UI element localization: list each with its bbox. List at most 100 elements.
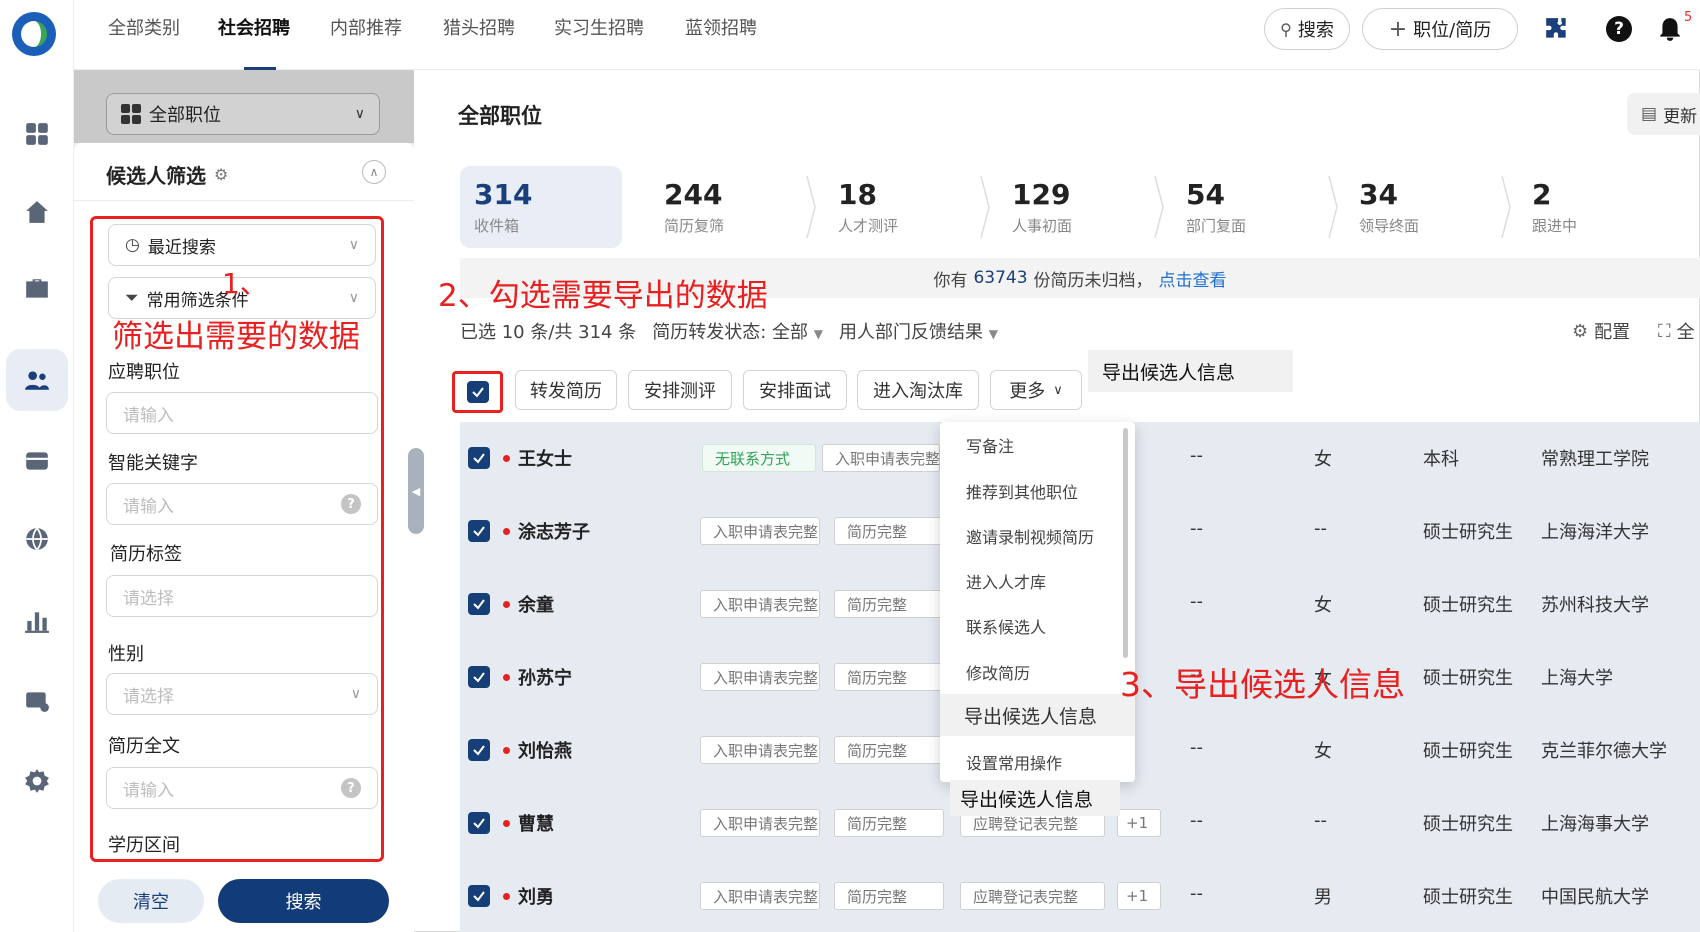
placeholder: 请选择: [123, 686, 174, 707]
stage-count: 244: [664, 178, 723, 211]
row-checkbox[interactable]: [468, 520, 490, 542]
cell-degree: 硕士研究生: [1423, 522, 1513, 543]
config-button[interactable]: ⚙ 配置: [1572, 318, 1630, 344]
stage-separator: [1328, 176, 1338, 238]
resume-tag: 入职申请表完整: [700, 809, 820, 837]
settings-icon[interactable]: [6, 750, 68, 812]
position-input[interactable]: 请输入: [106, 392, 378, 434]
menu-item-set-common[interactable]: 设置常用操作: [966, 750, 1062, 774]
chevron-down-icon: ∨: [348, 237, 359, 253]
resume-tag: 简历完整: [834, 882, 944, 910]
candidate-name[interactable]: 余童: [518, 591, 554, 617]
menu-scrollbar[interactable]: [1123, 428, 1128, 658]
select-all-checkbox[interactable]: [452, 371, 503, 413]
field-label-gender: 性别: [108, 644, 144, 665]
stage-following[interactable]: 2 跟进中: [1518, 166, 1678, 248]
help-icon[interactable]: ?: [341, 778, 361, 798]
candidate-name[interactable]: 刘怡燕: [518, 737, 572, 763]
tab-all-categories[interactable]: 全部类别: [108, 14, 180, 70]
row-checkbox[interactable]: [468, 447, 490, 469]
candidate-name[interactable]: 孙苏宁: [518, 664, 572, 690]
bell-icon[interactable]: [1655, 14, 1685, 44]
gender-select[interactable]: 请选择 ∨: [106, 673, 378, 715]
fullscreen-label: 全: [1676, 322, 1695, 343]
puzzle-icon[interactable]: [1542, 14, 1572, 44]
forward-resume-button[interactable]: 转发简历: [515, 370, 617, 410]
stage-hr-first-interview[interactable]: 129 人事初面: [998, 166, 1164, 248]
clear-button[interactable]: 清空: [98, 879, 204, 923]
briefcase-icon[interactable]: [6, 258, 68, 320]
stage-dept-interview[interactable]: 54 部门复面: [1172, 166, 1338, 248]
fulltext-input[interactable]: 请输入 ?: [106, 767, 378, 809]
cell-gender: 男: [1314, 887, 1332, 908]
stage-inbox[interactable]: 314 收件箱: [460, 166, 622, 248]
view-archive-link[interactable]: 点击查看: [1159, 266, 1227, 291]
users-icon[interactable]: [6, 349, 68, 411]
update-label: 更新: [1663, 106, 1698, 127]
field-label-keyword: 智能关键字: [108, 453, 198, 474]
row-checkbox[interactable]: [468, 739, 490, 761]
bar-chart-icon[interactable]: [6, 590, 68, 652]
arrange-interview-button[interactable]: 安排面试: [743, 370, 847, 410]
row-checkbox[interactable]: [468, 885, 490, 907]
menu-item-invite-video[interactable]: 邀请录制视频简历: [966, 524, 1094, 548]
menu-item-export[interactable]: 导出候选人信息: [940, 694, 1135, 736]
stage-assessment[interactable]: 18 人才测评: [824, 166, 990, 248]
help-icon[interactable]: ?: [1604, 14, 1634, 44]
resume-tag-select[interactable]: 请选择: [106, 575, 378, 617]
more-button[interactable]: 更多 ∨: [990, 370, 1082, 410]
menu-item-edit-resume[interactable]: 修改简历: [966, 660, 1030, 684]
menu-item-write-note[interactable]: 写备注: [966, 433, 1014, 457]
field-label-resume-tag: 简历标签: [110, 544, 182, 565]
menu-item-recommend[interactable]: 推荐到其他职位: [966, 479, 1078, 503]
row-checkbox[interactable]: [468, 812, 490, 834]
collapse-icon[interactable]: ∧: [362, 160, 386, 184]
archive-icon[interactable]: [6, 430, 68, 492]
dept-feedback-filter[interactable]: 用人部门反馈结果 ▼: [839, 318, 998, 344]
unread-dot: [503, 674, 510, 681]
search-button[interactable]: ⚲ 搜索: [1264, 8, 1350, 50]
candidate-name[interactable]: 曹慧: [518, 810, 554, 836]
globe-icon[interactable]: [6, 508, 68, 570]
checkbox-checked: [466, 381, 489, 403]
candidate-name[interactable]: 王女士: [518, 445, 572, 471]
tab-blue-collar[interactable]: 蓝领招聘: [685, 14, 757, 70]
row-checkbox[interactable]: [468, 593, 490, 615]
chevron-down-icon: ∨: [348, 290, 359, 306]
recent-search-select[interactable]: ◷ 最近搜索 ∨: [108, 224, 376, 266]
menu-item-contact[interactable]: 联系候选人: [966, 614, 1046, 638]
stage-final-interview[interactable]: 34 领导终面: [1345, 166, 1511, 248]
candidate-name[interactable]: 刘勇: [518, 883, 554, 909]
candidate-name[interactable]: 涂志芳子: [518, 518, 590, 544]
collapse-panel-handle[interactable]: ◀: [408, 448, 424, 534]
help-icon[interactable]: ?: [341, 494, 361, 514]
more-tags-badge[interactable]: +1: [1117, 809, 1161, 837]
row-checkbox[interactable]: [468, 666, 490, 688]
forward-status-filter[interactable]: 简历转发状态: 全部 ▼: [652, 318, 823, 344]
filter-search-button[interactable]: 搜索: [218, 879, 389, 923]
home-icon[interactable]: [6, 181, 68, 243]
tab-social-recruit[interactable]: 社会招聘: [218, 14, 290, 70]
cell-school: 中国民航大学: [1541, 887, 1649, 908]
id-card-icon[interactable]: [6, 670, 68, 732]
menu-item-talent-pool[interactable]: 进入人才库: [966, 569, 1046, 593]
move-to-reject-button[interactable]: 进入淘汰库: [857, 370, 979, 410]
tab-internal-referral[interactable]: 内部推荐: [330, 14, 402, 70]
app-logo[interactable]: [12, 12, 56, 56]
search-icon: ⚲: [1280, 19, 1292, 39]
table-row[interactable]: 刘勇 入职申请表完整 简历完整 应聘登记表完整 +1 -- 男 硕士研究生 中国民航大学: [460, 860, 1700, 932]
fullscreen-button[interactable]: ⛶ 全: [1658, 318, 1695, 344]
more-tags-badge[interactable]: +1: [1117, 882, 1161, 910]
cell-degree: 硕士研究生: [1423, 814, 1513, 835]
cell-value: --: [1190, 518, 1203, 539]
stage-resume-rescreen[interactable]: 244 简历复筛: [650, 166, 816, 248]
add-position-button[interactable]: + 职位/简历: [1362, 8, 1518, 50]
arrange-assessment-button[interactable]: 安排测评: [628, 370, 732, 410]
tab-headhunter[interactable]: 猎头招聘: [443, 14, 515, 70]
position-select[interactable]: 全部职位 ∨: [106, 93, 380, 135]
tab-intern[interactable]: 实习生招聘: [554, 14, 644, 70]
grid-icon: [121, 104, 141, 124]
dashboard-icon[interactable]: [6, 103, 68, 165]
update-button[interactable]: ▤ 更新: [1627, 93, 1700, 135]
keyword-input[interactable]: 请输入 ?: [106, 483, 378, 525]
